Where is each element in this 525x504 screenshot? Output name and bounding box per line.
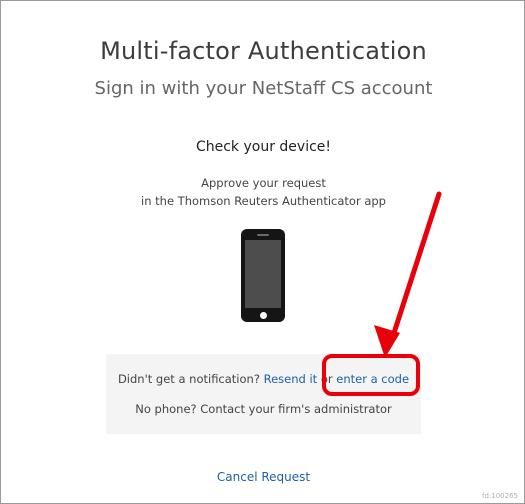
smartphone-icon: [241, 229, 285, 322]
page-subtitle: Sign in with your NetStaff CS account: [94, 78, 433, 99]
cancel-request-link[interactable]: Cancel Request: [1, 470, 525, 484]
device-instructions: Approve your request in the Thomson Reut…: [1, 174, 525, 210]
fid-label: fd:100265: [482, 492, 518, 500]
instruction-line-2: in the Thomson Reuters Authenticator app: [141, 194, 386, 208]
device-heading: Check your device!: [195, 139, 332, 155]
notification-help-line: Didn't get a notification? Resend it or …: [106, 372, 421, 386]
enter-code-link[interactable]: enter a code: [336, 372, 409, 386]
page-title: Multi-factor Authentication: [100, 37, 427, 65]
mfa-dialog: Multi-factor Authentication Sign in with…: [0, 0, 525, 504]
resend-link[interactable]: Resend it: [264, 372, 318, 386]
or-text: or: [317, 372, 337, 386]
instruction-line-1: Approve your request: [201, 176, 326, 190]
phone-screen: [245, 240, 281, 308]
phone-speaker: [257, 234, 269, 236]
phone-home-button: [260, 312, 267, 319]
notification-prefix-text: Didn't get a notification?: [117, 372, 264, 386]
help-panel: Didn't get a notification? Resend it or …: [106, 354, 421, 434]
no-phone-text: No phone? Contact your firm's administra…: [135, 402, 392, 416]
